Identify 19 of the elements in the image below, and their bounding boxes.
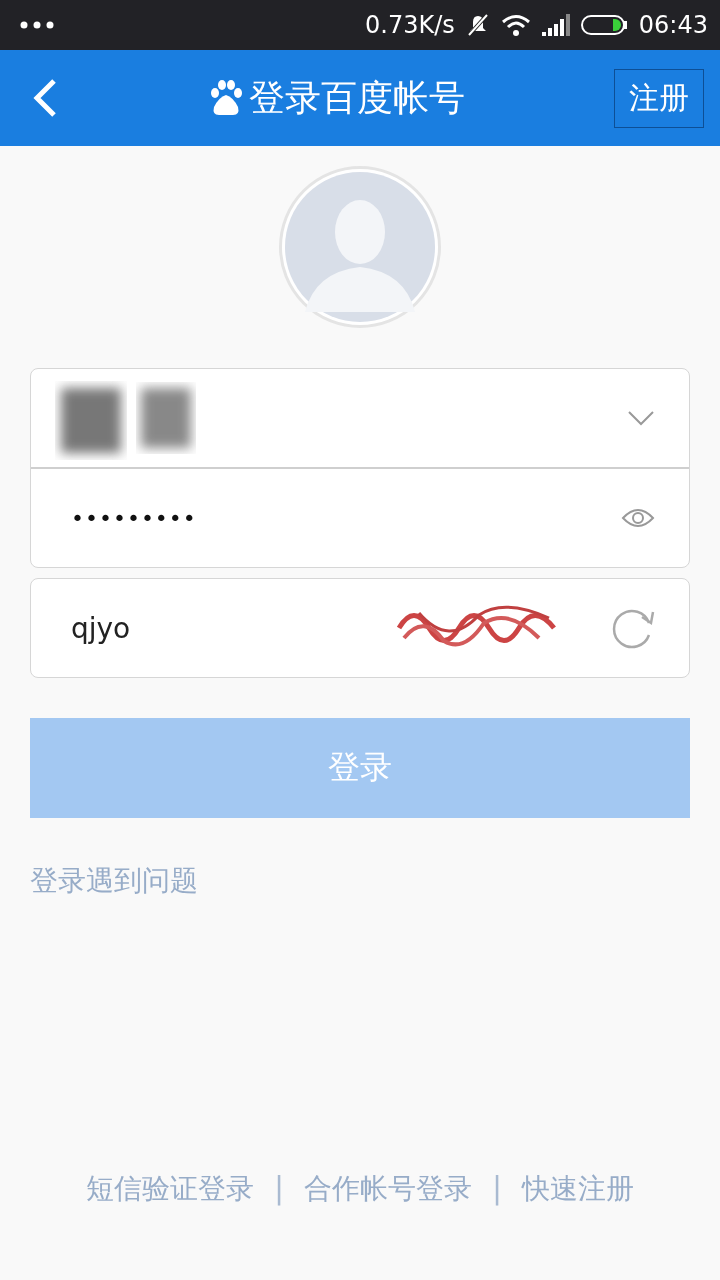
page-title: 登录百度帐号 <box>249 75 465 120</box>
register-button[interactable]: 注册 <box>614 68 704 128</box>
footer-link[interactable]: 快速注册 <box>522 1170 635 1208</box>
help-link[interactable]: 登录遇到问题 <box>30 862 198 900</box>
wifi-icon <box>500 13 531 37</box>
eye-icon[interactable] <box>621 506 655 530</box>
chevron-down-icon[interactable] <box>627 410 655 426</box>
separator: | <box>272 1170 285 1205</box>
password-field[interactable]: ••••••••• <box>71 505 197 531</box>
back-icon[interactable] <box>32 78 58 118</box>
captcha-field[interactable]: qjyo <box>71 611 131 645</box>
footer-link[interactable]: 合作帐号登录 <box>304 1170 472 1208</box>
clock: 06:43 <box>638 11 708 39</box>
network-speed: 0.73K/s <box>365 11 455 39</box>
signal-icon <box>540 13 571 37</box>
footer-link[interactable]: 短信验证登录 <box>85 1170 254 1208</box>
battery-icon <box>580 14 629 36</box>
more-icon <box>20 21 54 29</box>
separator: | <box>491 1170 504 1205</box>
